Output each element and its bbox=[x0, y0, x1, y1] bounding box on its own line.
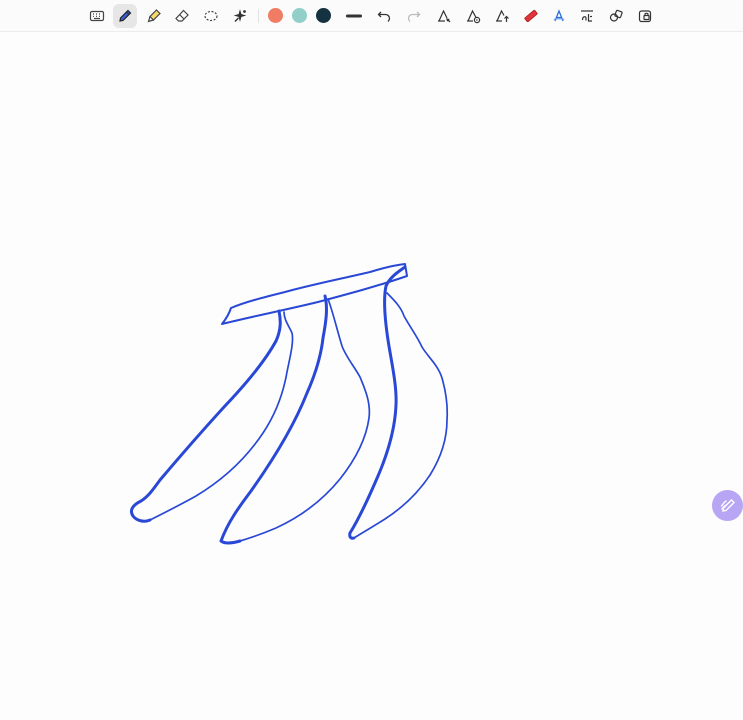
stroke-width-button[interactable] bbox=[342, 4, 366, 28]
keyboard-tool[interactable] bbox=[85, 4, 109, 28]
toolbar-divider bbox=[258, 9, 259, 23]
math-icon bbox=[581, 10, 593, 22]
eraser-icon bbox=[175, 9, 189, 22]
banana-middle-stroke bbox=[219, 294, 328, 545]
ink-text-icon bbox=[553, 9, 565, 22]
color-swatch-coral[interactable] bbox=[268, 8, 283, 23]
color-swatch-navy[interactable] bbox=[316, 8, 331, 23]
ink-to-text-button[interactable] bbox=[547, 4, 571, 28]
banana-stem-stroke bbox=[221, 263, 408, 325]
ink-upload-button[interactable] bbox=[490, 4, 514, 28]
pen-icon bbox=[119, 9, 132, 22]
sparkle-icon bbox=[233, 9, 247, 22]
ink-upload-icon bbox=[496, 9, 509, 22]
undo-icon bbox=[377, 11, 391, 22]
lock-icon bbox=[638, 10, 652, 23]
ink-to-shape-button[interactable] bbox=[432, 4, 456, 28]
undo-button[interactable] bbox=[372, 4, 396, 28]
ruler-button[interactable] bbox=[519, 4, 543, 28]
magic-tool[interactable] bbox=[228, 4, 252, 28]
lasso-tool[interactable] bbox=[199, 4, 223, 28]
drawing-toolbar bbox=[0, 0, 743, 32]
banana-middle-back-stroke bbox=[239, 298, 371, 542]
redo-icon bbox=[407, 11, 421, 22]
shapes-icon bbox=[609, 9, 623, 22]
redo-button[interactable] bbox=[402, 4, 426, 28]
ink-replay-button[interactable] bbox=[461, 4, 485, 28]
highlighter-tool[interactable] bbox=[142, 4, 166, 28]
ink-shape-icon bbox=[438, 9, 451, 23]
ink-layer bbox=[129, 263, 449, 545]
eraser-tool[interactable] bbox=[170, 4, 194, 28]
color-swatch-teal[interactable] bbox=[292, 8, 307, 23]
whiteboard-app bbox=[0, 0, 743, 720]
drawing-canvas[interactable] bbox=[0, 32, 743, 720]
banana-left-back-stroke bbox=[149, 311, 294, 521]
lasso-icon bbox=[204, 10, 218, 22]
ink-replay-icon bbox=[467, 9, 481, 24]
pen-fab-button[interactable] bbox=[712, 490, 743, 521]
banana-right-stroke bbox=[348, 265, 407, 540]
math-button[interactable] bbox=[575, 4, 599, 28]
highlighter-icon bbox=[147, 9, 161, 23]
ruler-icon bbox=[524, 9, 538, 23]
shapes-button[interactable] bbox=[604, 4, 628, 28]
stroke-width-icon bbox=[346, 14, 362, 18]
lock-button[interactable] bbox=[633, 4, 657, 28]
keyboard-icon bbox=[89, 10, 105, 22]
pen-tool[interactable] bbox=[113, 4, 137, 28]
pen-fab-icon bbox=[720, 498, 735, 512]
